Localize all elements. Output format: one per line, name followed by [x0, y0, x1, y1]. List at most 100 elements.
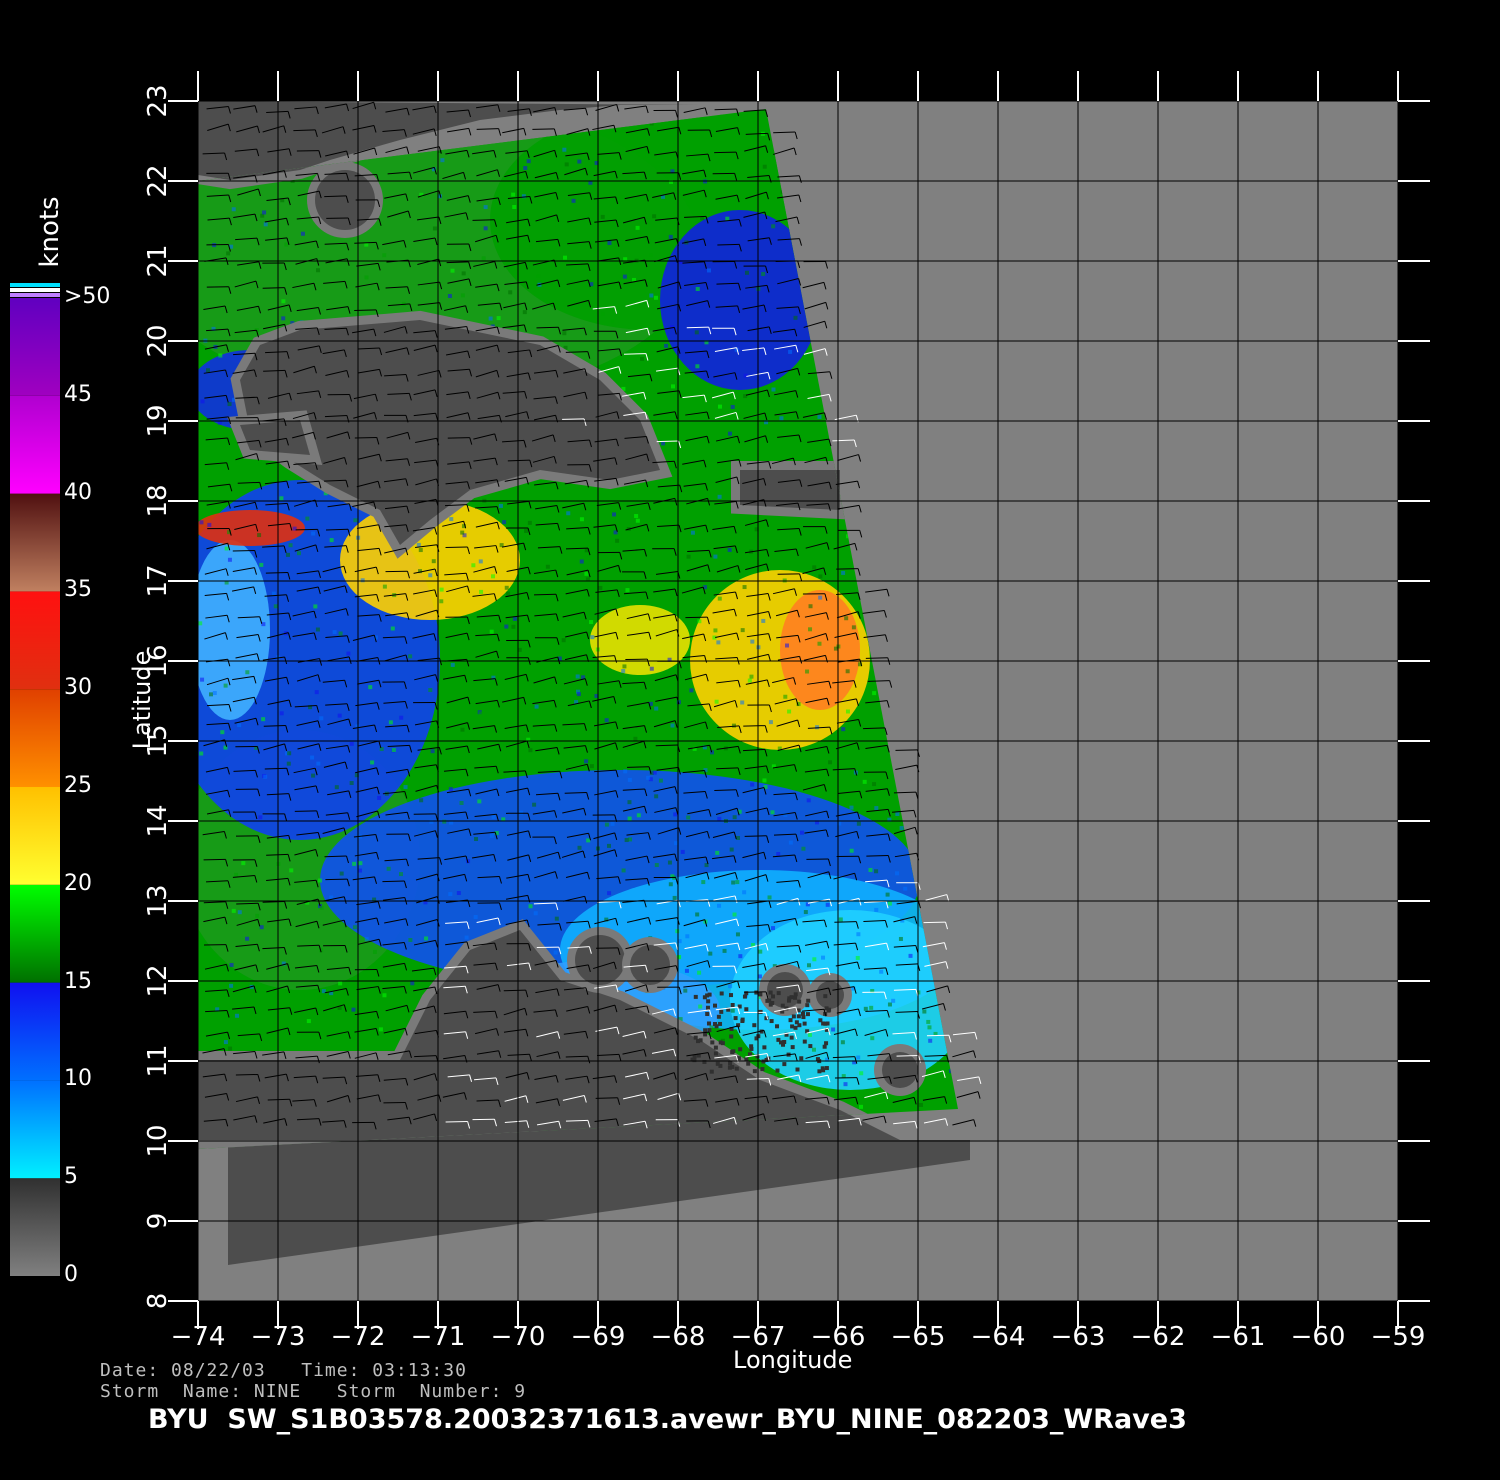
- speckle: [460, 530, 465, 535]
- speckle: [528, 748, 533, 753]
- wind-speed-region: [198, 510, 305, 546]
- calm-speckle: [710, 1040, 715, 1045]
- speckle: [263, 774, 268, 779]
- speckle: [891, 998, 896, 1003]
- speckle: [483, 226, 488, 231]
- calm-speckle: [716, 1014, 721, 1019]
- speckle: [279, 711, 284, 716]
- wind-speed-region: [780, 590, 860, 710]
- speckle: [623, 769, 628, 774]
- speckle: [695, 912, 700, 917]
- speckle: [808, 627, 813, 632]
- speckle: [311, 773, 316, 778]
- speckle: [750, 639, 755, 644]
- speckle: [244, 1043, 249, 1048]
- speckle: [368, 685, 373, 690]
- speckle: [621, 868, 626, 873]
- calm-speckle: [775, 1024, 780, 1029]
- speckle: [456, 891, 461, 896]
- speckle: [498, 503, 503, 508]
- speckle: [382, 993, 387, 998]
- lon-tick-label: −72: [330, 1322, 386, 1352]
- speckle: [226, 251, 231, 256]
- speckle: [648, 253, 653, 258]
- speckle: [747, 678, 752, 683]
- speckle: [382, 584, 387, 589]
- calm-speckle: [714, 1024, 719, 1029]
- speckle: [577, 159, 582, 164]
- speckle: [849, 848, 854, 853]
- wind-barb: [744, 835, 767, 837]
- lat-tick-label: 21: [143, 244, 173, 278]
- wind-barb: [923, 921, 946, 924]
- speckle: [604, 718, 609, 723]
- speckle: [310, 755, 315, 760]
- calm-speckle: [746, 1061, 751, 1066]
- calm-speckle: [793, 1025, 798, 1030]
- calm-speckle: [729, 993, 734, 998]
- speckle: [918, 1102, 923, 1107]
- speckle: [212, 691, 217, 696]
- speckle: [604, 822, 609, 827]
- speckle: [622, 274, 627, 279]
- speckle: [523, 166, 528, 171]
- wind-barb: [623, 353, 646, 355]
- speckle: [927, 1025, 932, 1030]
- lat-tick-label: 12: [143, 964, 173, 998]
- wind-barb: [595, 1097, 618, 1099]
- speckle: [776, 852, 781, 857]
- speckle: [730, 1008, 735, 1013]
- speckle: [623, 537, 628, 542]
- calm-speckle: [821, 1068, 826, 1073]
- speckle: [717, 435, 722, 440]
- speckle: [758, 949, 763, 954]
- calm-speckle: [768, 1002, 773, 1007]
- speckle: [714, 699, 719, 704]
- lat-tick-label: 11: [143, 1044, 173, 1078]
- speckle: [388, 720, 393, 725]
- speckle: [680, 849, 685, 854]
- speckle: [808, 604, 813, 609]
- calm-speckle: [707, 1028, 712, 1033]
- speckle: [732, 912, 737, 917]
- speckle: [895, 811, 900, 816]
- speckle: [257, 533, 262, 538]
- colorbar-band: [10, 884, 60, 983]
- speckle: [410, 981, 415, 986]
- speckle: [859, 1104, 864, 1109]
- speckle: [313, 604, 318, 609]
- speckle: [334, 785, 339, 790]
- speckle: [524, 528, 529, 533]
- speckle: [874, 907, 879, 912]
- speckle: [358, 861, 363, 866]
- speckle: [382, 253, 387, 258]
- colorbar-band: [10, 787, 60, 885]
- speckle: [352, 925, 357, 930]
- speckle: [245, 670, 250, 675]
- speckle: [808, 783, 813, 788]
- speckle: [610, 821, 615, 826]
- speckle: [841, 570, 846, 575]
- lat-tick-label: 14: [143, 804, 173, 838]
- speckle: [838, 917, 843, 922]
- calm-speckle: [824, 1041, 829, 1046]
- speckle: [589, 620, 594, 625]
- lon-tick-label: −62: [1130, 1322, 1186, 1352]
- wind-barb: [865, 657, 888, 659]
- lat-tick-label: 22: [143, 164, 173, 198]
- speckle: [770, 810, 775, 815]
- speckle: [872, 691, 877, 696]
- wind-barb: [472, 219, 495, 221]
- speckle: [689, 688, 694, 693]
- speckle: [833, 646, 838, 651]
- calm-speckle: [805, 1003, 810, 1008]
- speckle: [815, 725, 820, 730]
- speckle: [670, 723, 675, 728]
- calm-speckle: [703, 1028, 708, 1033]
- speckle: [399, 715, 404, 720]
- speckle: [840, 1040, 845, 1045]
- speckle: [845, 669, 850, 674]
- speckle: [289, 868, 294, 873]
- speckle: [686, 401, 691, 406]
- speckle: [612, 512, 617, 517]
